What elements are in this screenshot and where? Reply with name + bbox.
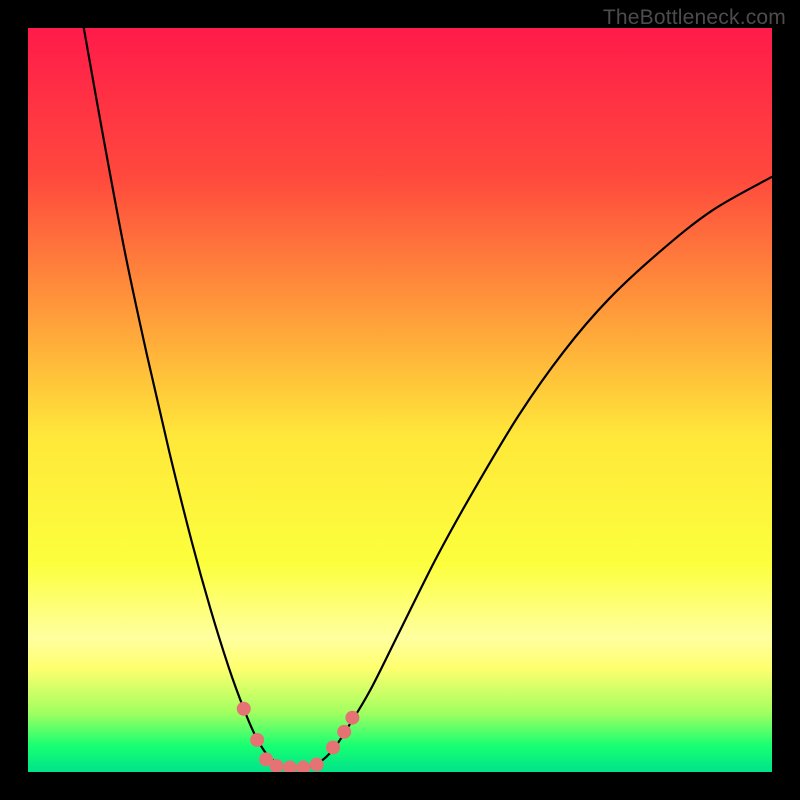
- curve-marker: [345, 711, 359, 725]
- curve-marker: [337, 725, 351, 739]
- chart-background: [28, 28, 772, 772]
- chart-svg: [28, 28, 772, 772]
- watermark-text: TheBottleneck.com: [603, 6, 786, 30]
- curve-marker: [326, 740, 340, 754]
- curve-marker: [310, 758, 324, 772]
- bottleneck-chart: [28, 28, 772, 772]
- curve-marker: [237, 702, 251, 716]
- curve-marker: [250, 733, 264, 747]
